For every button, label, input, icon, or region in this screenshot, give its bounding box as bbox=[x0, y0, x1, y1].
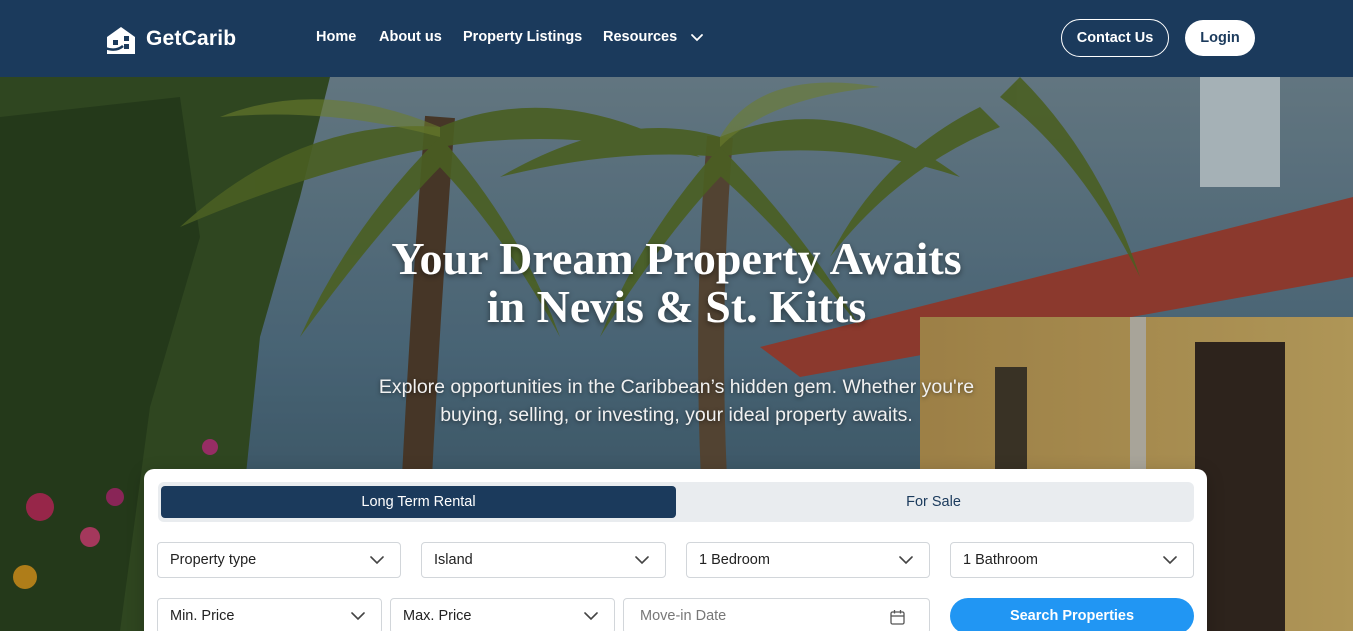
bedrooms-select[interactable]: 1 Bedroom bbox=[686, 542, 930, 578]
chevron-down-icon bbox=[370, 556, 384, 565]
hero-title: Your Dream Property Awaits in Nevis & St… bbox=[0, 235, 1353, 331]
island-value: Island bbox=[434, 552, 473, 568]
tab-for-sale[interactable]: For Sale bbox=[676, 486, 1191, 518]
chevron-down-icon bbox=[351, 612, 365, 621]
property-type-select[interactable]: Property type bbox=[157, 542, 401, 578]
property-search-card: Long Term Rental For Sale Property type … bbox=[144, 469, 1207, 631]
calendar-icon[interactable] bbox=[890, 609, 905, 625]
hero-title-line2: in Nevis & St. Kitts bbox=[486, 281, 867, 332]
logo-text: GetCarib bbox=[146, 27, 237, 50]
top-navbar: GetCarib Home About us Property Listings… bbox=[0, 0, 1353, 77]
move-in-date-input[interactable]: Move-in Date bbox=[623, 598, 930, 631]
bedrooms-value: 1 Bedroom bbox=[699, 552, 770, 568]
island-select[interactable]: Island bbox=[421, 542, 666, 578]
chevron-down-icon bbox=[1163, 556, 1177, 565]
logo-icon bbox=[104, 27, 135, 54]
logo[interactable]: GetCarib bbox=[104, 22, 236, 56]
chevron-down-icon bbox=[584, 612, 598, 621]
max-price-value: Max. Price bbox=[403, 608, 472, 624]
nav-link-resources[interactable]: Resources bbox=[603, 29, 677, 45]
max-price-select[interactable]: Max. Price bbox=[390, 598, 615, 631]
listing-type-tabs: Long Term Rental For Sale bbox=[158, 482, 1194, 522]
nav-link-home[interactable]: Home bbox=[316, 29, 356, 45]
move-in-date-placeholder: Move-in Date bbox=[640, 608, 727, 624]
hero-subtitle: Explore opportunities in the Caribbean’s… bbox=[0, 373, 1353, 429]
bathrooms-value: 1 Bathroom bbox=[963, 552, 1038, 568]
bathrooms-select[interactable]: 1 Bathroom bbox=[950, 542, 1194, 578]
chevron-down-icon bbox=[635, 556, 649, 565]
hero-title-line1: Your Dream Property Awaits bbox=[391, 233, 962, 284]
nav-link-about[interactable]: About us bbox=[379, 29, 442, 45]
chevron-down-icon[interactable] bbox=[690, 31, 704, 45]
hero-subtitle-line2: buying, selling, or investing, your idea… bbox=[440, 404, 913, 426]
min-price-value: Min. Price bbox=[170, 608, 235, 624]
hero-subtitle-line1: Explore opportunities in the Caribbean’s… bbox=[378, 376, 975, 398]
property-type-value: Property type bbox=[170, 552, 257, 568]
nav-link-property-listings[interactable]: Property Listings bbox=[463, 29, 582, 45]
min-price-select[interactable]: Min. Price bbox=[157, 598, 382, 631]
chevron-down-icon bbox=[899, 556, 913, 565]
search-properties-button[interactable]: Search Properties bbox=[950, 598, 1194, 631]
contact-us-button[interactable]: Contact Us bbox=[1061, 19, 1169, 57]
tab-long-term-rental[interactable]: Long Term Rental bbox=[161, 486, 676, 518]
login-button[interactable]: Login bbox=[1185, 20, 1255, 56]
